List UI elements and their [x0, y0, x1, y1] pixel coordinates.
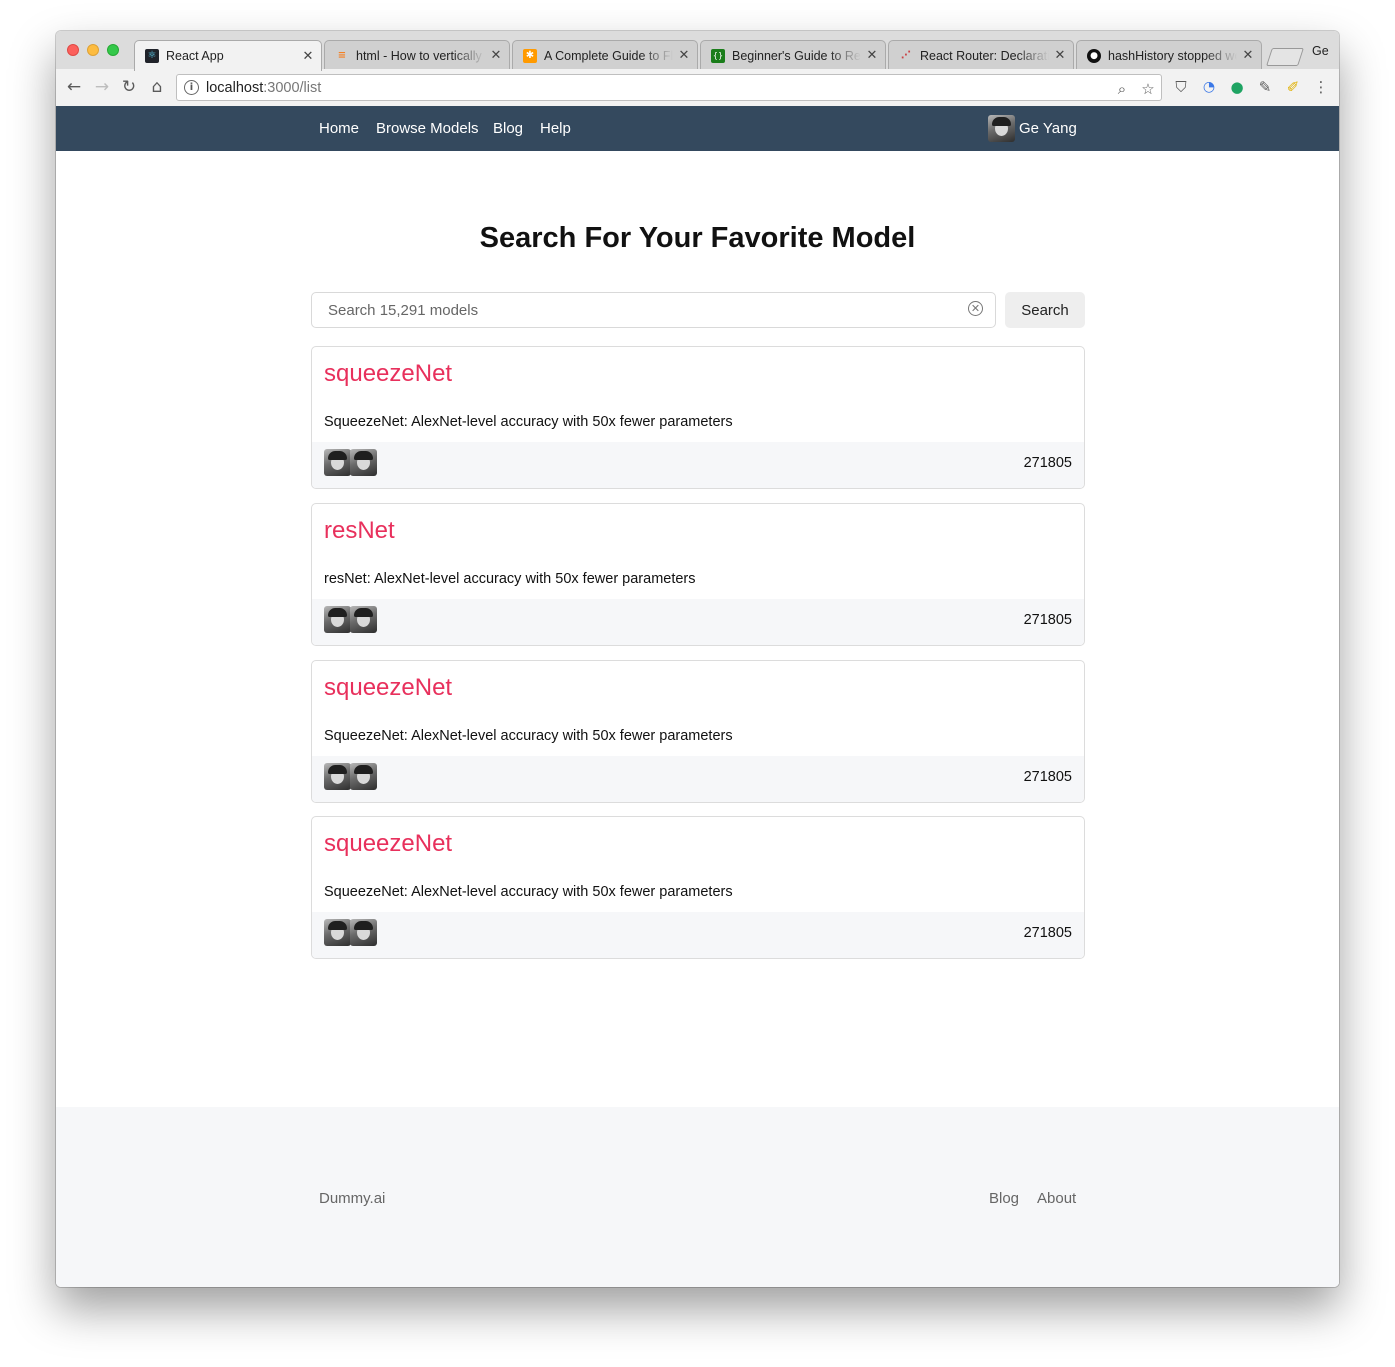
react-router-icon: ⋰: [901, 49, 911, 61]
author-avatar[interactable]: [350, 606, 377, 633]
model-count: 271805: [1023, 925, 1072, 941]
extension-icon[interactable]: ◔: [1199, 77, 1219, 97]
nav-link-blog[interactable]: Blog: [493, 120, 523, 137]
tab-title: React Router: Declarati: [920, 48, 1049, 63]
footer-link-about[interactable]: About: [1037, 1190, 1076, 1207]
user-name: Ge Yang: [1019, 120, 1077, 137]
nav-link-browse-models[interactable]: Browse Models: [376, 120, 479, 137]
model-description: resNet: AlexNet-level accuracy with 50x …: [324, 571, 696, 587]
zoom-icon[interactable]: ⌕: [1113, 80, 1131, 98]
clear-search-icon[interactable]: ✕: [968, 301, 983, 316]
model-card-footer: 271805: [312, 756, 1084, 802]
pocket-icon[interactable]: ⛉: [1171, 77, 1191, 97]
model-card-footer: 271805: [312, 599, 1084, 645]
model-card[interactable]: squeezeNet SqueezeNet: AlexNet-level acc…: [311, 660, 1085, 803]
close-tab-icon[interactable]: ✕: [677, 48, 691, 63]
browser-toolbar: ← → ↻ ⌂ i localhost:3000/list ⌕ ☆ ⛉ ◔ ● …: [56, 69, 1339, 107]
model-title[interactable]: resNet: [324, 517, 395, 545]
author-avatar[interactable]: [324, 763, 351, 790]
back-arrow-icon[interactable]: ←: [64, 77, 84, 97]
pen-icon[interactable]: ✎: [1255, 77, 1275, 97]
author-avatar[interactable]: [350, 449, 377, 476]
minimize-window-button[interactable]: [87, 44, 99, 56]
tab-beginners-guide[interactable]: {} Beginner's Guide to Rea ✕: [700, 40, 886, 70]
browser-window: ⚛ React App ✕ ≡ html - How to vertically…: [56, 31, 1339, 1287]
page: Home Browse Models Blog Help Ge Yang Sea…: [56, 106, 1339, 1287]
tab-strip: ⚛ React App ✕ ≡ html - How to vertically…: [56, 31, 1339, 71]
close-tab-icon[interactable]: ✕: [865, 48, 879, 63]
bookmark-star-icon[interactable]: ☆: [1139, 80, 1157, 98]
menu-icon[interactable]: ⋮: [1311, 77, 1331, 97]
close-tab-icon[interactable]: ✕: [489, 48, 503, 63]
tab-css-tricks[interactable]: ✱ A Complete Guide to Fle ✕: [512, 40, 698, 70]
reload-icon[interactable]: ↻: [119, 77, 139, 97]
footer-brand[interactable]: Dummy.ai: [319, 1190, 385, 1207]
page-title: Search For Your Favorite Model: [479, 222, 916, 254]
search-input[interactable]: [312, 293, 952, 327]
tab-react-router[interactable]: ⋰ React Router: Declarati ✕: [888, 40, 1074, 70]
model-count: 271805: [1023, 769, 1072, 785]
stackoverflow-icon: ≡: [337, 49, 347, 61]
author-avatars: [324, 919, 377, 946]
model-card[interactable]: squeezeNet SqueezeNet: AlexNet-level acc…: [311, 816, 1085, 959]
tab-title: React App: [166, 49, 224, 63]
close-window-button[interactable]: [67, 44, 79, 56]
navbar: Home Browse Models Blog Help Ge Yang: [56, 106, 1339, 151]
footer: Dummy.ai Blog About: [56, 1107, 1339, 1287]
close-tab-icon[interactable]: ✕: [301, 49, 315, 64]
nav-link-home[interactable]: Home: [319, 120, 359, 137]
react-icon: ⚛: [145, 49, 159, 63]
author-avatar[interactable]: [350, 763, 377, 790]
author-avatar[interactable]: [324, 606, 351, 633]
profile-chip[interactable]: Ge: [1312, 44, 1329, 58]
footer-link-blog[interactable]: Blog: [989, 1190, 1019, 1207]
grammarly-icon[interactable]: ●: [1227, 77, 1247, 97]
close-tab-icon[interactable]: ✕: [1241, 48, 1255, 63]
tab-github[interactable]: ● hashHistory stopped wo ✕: [1076, 40, 1262, 70]
search-box: ✕: [311, 292, 996, 328]
model-description: SqueezeNet: AlexNet-level accuracy with …: [324, 414, 733, 430]
model-count: 271805: [1023, 612, 1072, 628]
new-tab-button[interactable]: [1266, 48, 1304, 66]
author-avatars: [324, 449, 377, 476]
model-count: 271805: [1023, 455, 1072, 471]
highlighter-icon[interactable]: ✐: [1283, 77, 1303, 97]
author-avatar[interactable]: [324, 449, 351, 476]
css-tricks-icon: ✱: [523, 48, 537, 63]
avatar: [988, 115, 1015, 142]
user-menu[interactable]: Ge Yang: [988, 115, 1077, 142]
forward-arrow-icon[interactable]: →: [92, 77, 112, 97]
tab-title: Beginner's Guide to Rea: [732, 48, 861, 63]
tab-title: hashHistory stopped wo: [1108, 48, 1237, 63]
url-path: :3000/list: [263, 79, 322, 96]
model-description: SqueezeNet: AlexNet-level accuracy with …: [324, 728, 733, 744]
model-title[interactable]: squeezeNet: [324, 360, 452, 388]
author-avatar[interactable]: [324, 919, 351, 946]
model-card[interactable]: squeezeNet SqueezeNet: AlexNet-level acc…: [311, 346, 1085, 489]
author-avatar[interactable]: [350, 919, 377, 946]
home-icon[interactable]: ⌂: [147, 77, 167, 97]
search-button[interactable]: Search: [1005, 292, 1085, 328]
info-icon[interactable]: i: [184, 80, 199, 95]
tab-react-app[interactable]: ⚛ React App ✕: [134, 40, 322, 71]
model-card-footer: 271805: [312, 442, 1084, 488]
url-host: localhost: [206, 79, 264, 96]
model-description: SqueezeNet: AlexNet-level accuracy with …: [324, 884, 733, 900]
tab-stackoverflow[interactable]: ≡ html - How to vertically ✕: [324, 40, 510, 70]
close-tab-icon[interactable]: ✕: [1053, 48, 1067, 63]
model-title[interactable]: squeezeNet: [324, 674, 452, 702]
address-bar[interactable]: i localhost:3000/list ⌕ ☆: [176, 74, 1162, 101]
code-icon: {}: [711, 48, 725, 63]
author-avatars: [324, 606, 377, 633]
author-avatars: [324, 763, 377, 790]
model-card-footer: 271805: [312, 912, 1084, 958]
zoom-window-button[interactable]: [107, 44, 119, 56]
model-card[interactable]: resNet resNet: AlexNet-level accuracy wi…: [311, 503, 1085, 646]
tab-title: A Complete Guide to Fle: [544, 48, 673, 63]
github-icon: ●: [1087, 48, 1101, 63]
tab-title: html - How to vertically: [356, 48, 482, 63]
model-title[interactable]: squeezeNet: [324, 830, 452, 858]
nav-link-help[interactable]: Help: [540, 120, 571, 137]
